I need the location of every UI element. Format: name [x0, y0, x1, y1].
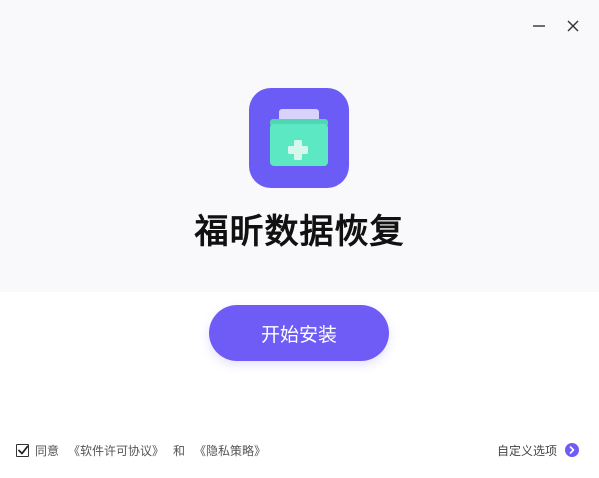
- minimize-button[interactable]: [527, 14, 551, 38]
- privacy-policy-link[interactable]: 《隐私策略》: [194, 442, 266, 459]
- agreement: 同意 《软件许可协议》 和 《隐私策略》: [16, 442, 266, 459]
- agree-label: 同意: [35, 443, 60, 458]
- close-button[interactable]: [561, 14, 585, 38]
- app-title: 福昕数据恢复: [194, 212, 405, 252]
- custom-options-label: 自定义选项: [496, 443, 557, 458]
- license-agreement-link[interactable]: 《软件许可协议》: [68, 442, 164, 459]
- window-controls: [527, 14, 585, 38]
- start-install-button[interactable]: 开始安装: [209, 305, 389, 361]
- close-icon: [567, 20, 579, 32]
- installer-window: 福昕数据恢复 开始安装 同意 《软件许可协议》 和 《隐私策略》 自定义选项: [0, 0, 599, 478]
- medical-kit-icon: [270, 109, 328, 166]
- agree-checkbox[interactable]: [16, 443, 29, 457]
- chevron-right-circle-icon: [565, 443, 579, 457]
- checkmark-icon: [18, 445, 29, 454]
- footer: 同意 《软件许可协议》 和 《隐私策略》 自定义选项: [16, 441, 579, 459]
- custom-options-button[interactable]: 自定义选项: [497, 442, 579, 459]
- minimize-icon: [533, 25, 545, 27]
- and-label: 和: [173, 443, 186, 458]
- app-logo: [249, 88, 349, 188]
